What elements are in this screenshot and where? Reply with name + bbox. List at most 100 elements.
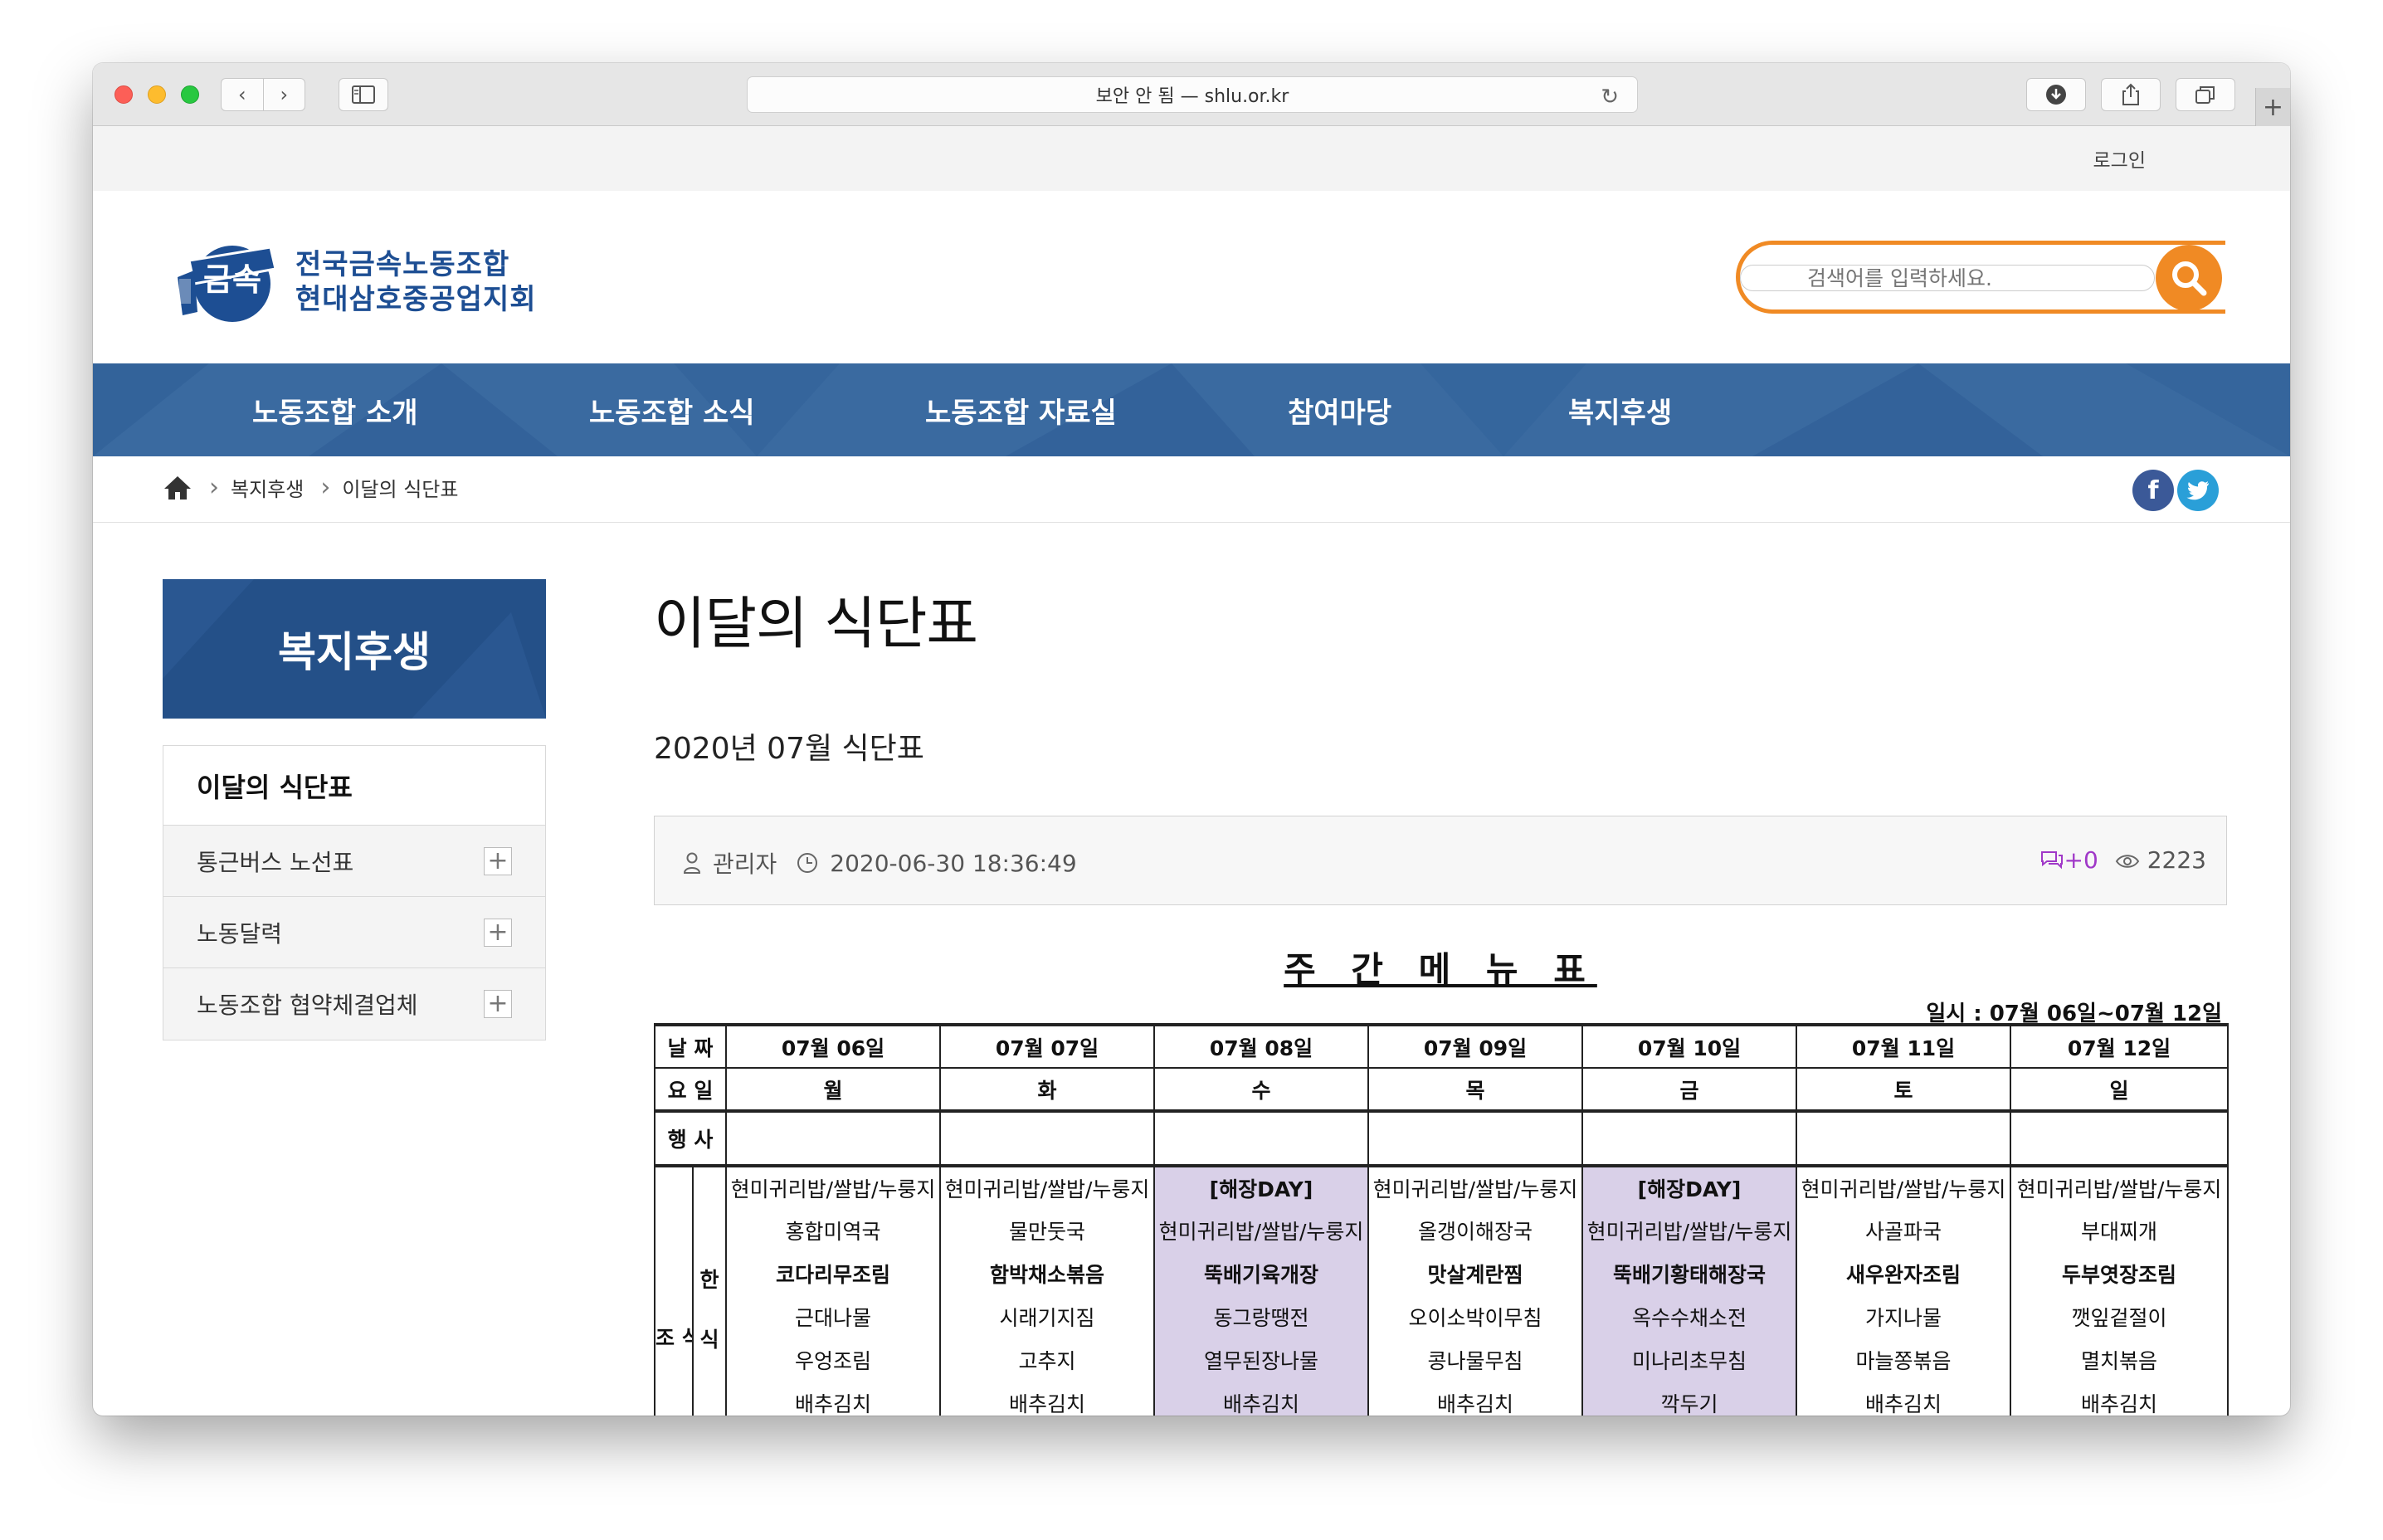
comment-count[interactable]: +0 xyxy=(2039,846,2098,874)
event-row: 행 사 xyxy=(654,1110,2229,1167)
downloads-button[interactable] xyxy=(2026,78,2086,111)
utility-bar: 로그인 xyxy=(93,126,2290,191)
share-icon xyxy=(2122,83,2139,105)
menu-cell: 동그랑땡전 xyxy=(1153,1295,1369,1338)
minimize-window-button[interactable] xyxy=(148,85,166,104)
date-cell: 07월 06일 xyxy=(725,1023,941,1069)
download-icon xyxy=(2046,85,2066,105)
expand-plus-icon[interactable]: + xyxy=(484,918,512,947)
menu-period: 일시 : 07월 06일~07월 12일 xyxy=(1926,1001,2222,1026)
event-cell xyxy=(725,1110,941,1167)
comment-count-value: +0 xyxy=(2064,846,2098,874)
sidebar-toggle-button[interactable] xyxy=(339,78,388,111)
sidebar-item-partner-companies[interactable]: 노동조합 협약체결업체 + xyxy=(163,968,545,1040)
nav-item-welfare[interactable]: 복지후생 xyxy=(1568,390,1672,431)
row-label-day: 요 일 xyxy=(654,1067,727,1113)
menu-cell: 현미귀리밥/쌀밥/누룽지 xyxy=(725,1166,941,1209)
day-row: 요 일 월 화 수 목 금 토 일 xyxy=(654,1067,2229,1113)
clock-icon xyxy=(797,853,818,873)
sidebar-item-label: 노동달력 xyxy=(197,919,283,948)
sidebar-title-text: 복지후생 xyxy=(278,628,431,676)
menu-cell: 맛살계란찜 xyxy=(1367,1252,1583,1295)
sidebar-item-bus-routes[interactable]: 통근버스 노선표 + xyxy=(163,826,545,897)
post-title: 2020년 07월 식단표 xyxy=(654,732,924,766)
facebook-icon[interactable]: f xyxy=(2132,470,2174,511)
menu-cell: [해장DAY] xyxy=(1153,1166,1369,1209)
expand-plus-icon[interactable]: + xyxy=(484,990,512,1018)
menu-cell: 뚝배기육개장 xyxy=(1153,1252,1369,1295)
menu-cell: 물만둣국 xyxy=(939,1209,1155,1252)
browser-toolbar: ‹ › 보안 안 됨 — shlu.or.kr ↻ + xyxy=(93,63,2290,126)
row-label-korean: 한 식 xyxy=(692,1166,727,1416)
menu-cell: 배추김치 xyxy=(2010,1382,2229,1416)
day-cell: 화 xyxy=(939,1067,1155,1113)
search-button[interactable] xyxy=(2156,245,2222,311)
home-icon[interactable] xyxy=(163,475,192,501)
site-logo[interactable]: 금속 전국금속노동조합 현대삼호중공업지회 xyxy=(173,236,537,329)
menu-cell: 현미귀리밥/쌀밥/누룽지 xyxy=(1367,1166,1583,1209)
nav-item-archive[interactable]: 노동조합 자료실 xyxy=(925,390,1117,431)
day-cell: 수 xyxy=(1153,1067,1369,1113)
nav-item-about[interactable]: 노동조합 소개 xyxy=(252,390,418,431)
menu-cell: 깻잎겉절이 xyxy=(2010,1295,2229,1338)
event-cell xyxy=(1367,1110,1583,1167)
chevron-right-icon: › xyxy=(209,472,219,502)
new-tab-button[interactable]: + xyxy=(2255,88,2290,126)
date-cell: 07월 09일 xyxy=(1367,1023,1583,1069)
nav-item-news[interactable]: 노동조합 소식 xyxy=(589,390,755,431)
menu-cell: 뚝배기황태해장국 xyxy=(1581,1252,1797,1295)
chevron-right-icon: › xyxy=(320,472,331,502)
history-nav: ‹ › xyxy=(221,78,305,111)
zoom-window-button[interactable] xyxy=(181,85,199,104)
sidebar-item-label: 통근버스 노선표 xyxy=(197,848,354,876)
menu-cell: 현미귀리밥/쌀밥/누룽지 xyxy=(1153,1209,1369,1252)
menu-cell: 옥수수채소전 xyxy=(1581,1295,1797,1338)
sidebar: 복지후생 이달의 식단표 통근버스 노선표 + 노동달력 + 노동조합 협약체결… xyxy=(163,579,546,1040)
main-navigation: 노동조합 소개 노동조합 소식 노동조합 자료실 참여마당 복지후생 xyxy=(93,363,2290,456)
main-content: 이달의 식단표 2020년 07월 식단표 관리자 2020-06-30 18:… xyxy=(654,578,2229,1416)
post-datetime: 2020-06-30 18:36:49 xyxy=(830,849,1077,877)
menu-cell: 배추김치 xyxy=(1153,1382,1369,1416)
search-input[interactable] xyxy=(1740,265,2155,291)
menu-cell: 홍합미역국 xyxy=(725,1209,941,1252)
menu-cell: 마늘쫑볶음 xyxy=(1796,1338,2011,1382)
menu-cell: 시래기지짐 xyxy=(939,1295,1155,1338)
menu-cell: 함박채소볶음 xyxy=(939,1252,1155,1295)
forward-arrow-icon[interactable]: › xyxy=(262,79,305,110)
menu-cell: [해장DAY] xyxy=(1581,1166,1797,1209)
menu-cell: 열무된장나물 xyxy=(1153,1338,1369,1382)
user-icon xyxy=(683,852,701,874)
comment-icon xyxy=(2040,851,2063,870)
menu-cell: 배추김치 xyxy=(1796,1382,2011,1416)
breadcrumb-level-1[interactable]: 복지후생 xyxy=(231,473,304,502)
post-meta-left: 관리자 2020-06-30 18:36:49 xyxy=(683,846,1077,880)
back-arrow-icon[interactable]: ‹ xyxy=(222,79,263,110)
site-header: 금속 전국금속노동조합 현대삼호중공업지회 xyxy=(93,191,2290,363)
date-row: 날 짜 07월 06일 07월 07일 07월 08일 07월 09일 07월 … xyxy=(654,1023,2229,1069)
menu-row: 조 식 한 식 현미귀리밥/쌀밥/누룽지 현미귀리밥/쌀밥/누룽지 [해장DAY… xyxy=(654,1166,2229,1416)
nav-item-participation[interactable]: 참여마당 xyxy=(1288,390,1391,431)
breadcrumb-level-2[interactable]: 이달의 식단표 xyxy=(342,473,458,502)
menu-row: 우엉조림 고추지 열무된장나물 콩나물무침 미나리초무침 마늘쫑볶음 멸치볶음 xyxy=(655,1338,2229,1382)
menu-cell: 콩나물무침 xyxy=(1367,1338,1583,1382)
row-label-breakfast: 조 식 xyxy=(654,1166,694,1416)
weekly-menu-image: 주 간 메 뉴 표 일시 : 07월 06일~07월 12일 날 짜 07월 0… xyxy=(654,942,2229,1416)
page-title: 이달의 식단표 xyxy=(654,592,978,657)
tabs-icon xyxy=(2195,86,2215,104)
sidebar-item-labor-calendar[interactable]: 노동달력 + xyxy=(163,897,545,968)
browser-window: ‹ › 보안 안 됨 — shlu.or.kr ↻ + 로그인 금속 전국금속노… xyxy=(93,63,2290,1416)
tab-overview-button[interactable] xyxy=(2176,78,2235,111)
close-window-button[interactable] xyxy=(115,85,133,104)
reload-icon[interactable]: ↻ xyxy=(1601,85,1619,110)
union-logo-icon: 금속 xyxy=(178,246,277,322)
menu-cell: 사골파국 xyxy=(1796,1209,2011,1252)
address-bar[interactable]: 보안 안 됨 — shlu.or.kr ↻ xyxy=(747,76,1638,113)
expand-plus-icon[interactable]: + xyxy=(484,846,512,875)
event-cell xyxy=(939,1110,1155,1167)
share-button[interactable] xyxy=(2101,78,2161,111)
twitter-icon[interactable] xyxy=(2177,470,2219,511)
login-link[interactable]: 로그인 xyxy=(2093,144,2146,173)
menu-cell: 배추김치 xyxy=(939,1382,1155,1416)
eye-icon xyxy=(2115,855,2140,868)
sidebar-item-meal-plan[interactable]: 이달의 식단표 xyxy=(163,746,545,826)
